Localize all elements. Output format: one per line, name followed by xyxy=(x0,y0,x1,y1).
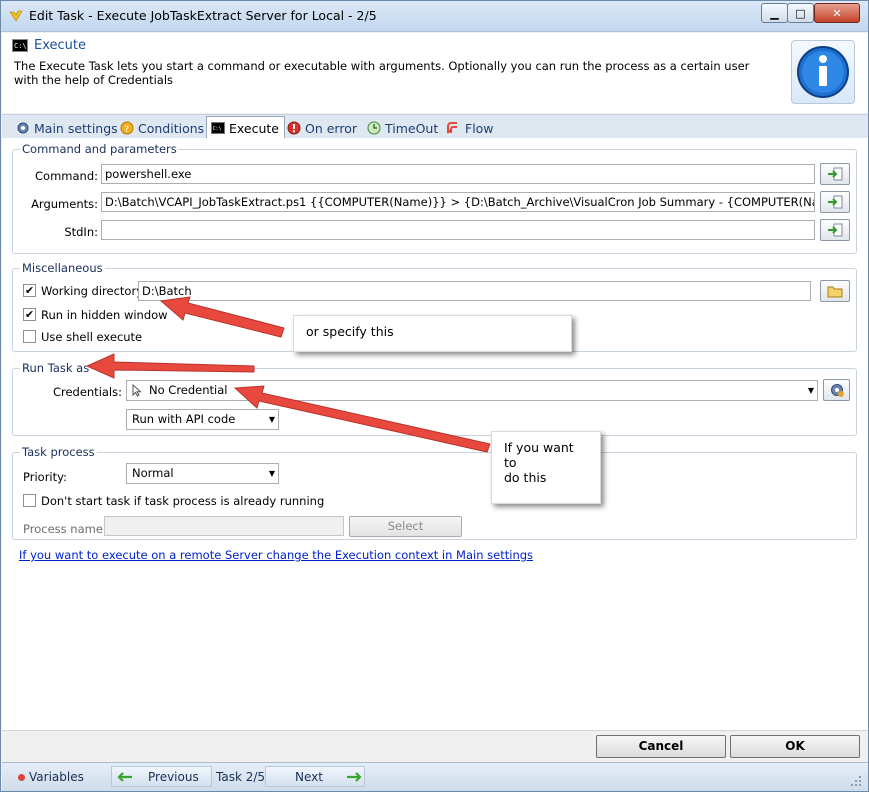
execute-tab-content: Command and parameters Command: powershe… xyxy=(2,138,868,730)
callout-note-specify: or specify this xyxy=(293,315,572,352)
credentials-value: No Credential xyxy=(149,383,228,397)
tab-label: Execute xyxy=(229,120,279,136)
hidden-window-checkbox[interactable]: ✔ xyxy=(23,308,36,321)
dot-icon xyxy=(18,773,25,781)
error-icon xyxy=(287,121,301,135)
tab-on-error[interactable]: On error xyxy=(283,117,362,139)
command-input[interactable]: powershell.exe xyxy=(101,164,815,184)
close-button[interactable]: ✕ xyxy=(814,3,860,23)
insert-arrow-icon xyxy=(828,195,843,209)
console-icon: C:\ xyxy=(12,39,28,52)
tab-bar: Main settings ? Conditions C:\ Execute O… xyxy=(2,114,868,139)
callout-text: or specify this xyxy=(306,324,394,339)
maximize-button[interactable]: □ xyxy=(787,3,814,23)
insert-arrow-icon xyxy=(828,167,843,181)
title-bar[interactable]: Edit Task - Execute JobTaskExtract Serve… xyxy=(1,1,868,32)
minimize-button[interactable]: ▁ xyxy=(761,3,788,23)
tab-label: Conditions xyxy=(138,120,205,136)
next-label: Next xyxy=(295,770,323,784)
edit-task-window: Edit Task - Execute JobTaskExtract Serve… xyxy=(0,0,869,792)
group-legend: Run Task as xyxy=(20,361,92,375)
working-directory-input[interactable]: D:\Batch xyxy=(138,281,811,301)
tab-conditions[interactable]: ? Conditions xyxy=(116,117,209,139)
cursor-icon xyxy=(132,384,142,397)
question-icon: ? xyxy=(120,121,134,135)
remote-server-link[interactable]: If you want to execute on a remote Serve… xyxy=(19,548,533,562)
process-name-label: Process name: xyxy=(23,522,107,536)
clock-icon xyxy=(367,121,381,135)
variables-button[interactable]: Variables xyxy=(18,767,84,787)
browse-folder-button[interactable] xyxy=(820,280,850,302)
select-process-button[interactable]: Select xyxy=(349,516,462,537)
process-name-input[interactable] xyxy=(104,516,344,536)
next-button[interactable]: Next xyxy=(265,766,365,787)
arguments-label: Arguments: xyxy=(31,197,98,211)
chevron-down-icon: ▼ xyxy=(807,386,814,395)
chevron-down-icon: ▼ xyxy=(268,415,275,424)
previous-label: Previous xyxy=(148,770,199,784)
tab-label: Main settings xyxy=(34,120,118,136)
insert-variable-button[interactable] xyxy=(820,191,850,213)
callout-text: If you want to xyxy=(504,440,574,470)
group-legend: Miscellaneous xyxy=(20,261,105,275)
shell-execute-checkbox[interactable] xyxy=(23,330,36,343)
task-position-indicator: Task 2/5 xyxy=(216,770,266,784)
arrow-left-icon xyxy=(117,772,132,782)
insert-variable-button[interactable] xyxy=(820,219,850,241)
command-label: Command: xyxy=(35,169,98,183)
tab-execute[interactable]: C:\ Execute xyxy=(206,116,285,139)
svg-text:?: ? xyxy=(124,125,129,135)
folder-icon xyxy=(827,286,843,297)
chevron-down-icon: ▼ xyxy=(268,469,275,478)
priority-label: Priority: xyxy=(23,470,67,484)
group-legend: Command and parameters xyxy=(20,142,179,156)
arrow-right-icon xyxy=(347,772,362,782)
flow-icon xyxy=(447,122,457,134)
credentials-label: Credentials: xyxy=(52,385,122,399)
window-title: Edit Task - Execute JobTaskExtract Serve… xyxy=(29,8,377,23)
callout-note-want: If you want to do this xyxy=(491,431,601,504)
credentials-select[interactable]: No Credential ▼ xyxy=(126,380,818,401)
dialog-button-bar: Cancel OK xyxy=(2,730,868,761)
hidden-window-label: Run in hidden window xyxy=(41,308,168,322)
svg-text:C:\: C:\ xyxy=(213,126,222,132)
insert-variable-button[interactable] xyxy=(820,163,850,185)
console-icon: C:\ xyxy=(211,122,225,134)
group-legend: Task process xyxy=(20,445,97,459)
cancel-button[interactable]: Cancel xyxy=(596,735,726,758)
run-mode-value: Run with API code xyxy=(132,412,236,426)
ok-button[interactable]: OK xyxy=(730,735,860,758)
gear-icon xyxy=(17,122,29,134)
gear-user-icon xyxy=(830,384,844,397)
tab-label: Flow xyxy=(465,120,494,136)
arguments-input[interactable]: D:\Batch\VCAPI_JobTaskExtract.ps1 {{COMP… xyxy=(101,192,815,212)
working-directory-label: Working directory: xyxy=(41,284,147,298)
stdin-label: StdIn: xyxy=(64,225,98,239)
callout-text: do this xyxy=(504,470,547,485)
previous-button[interactable]: Previous xyxy=(111,766,212,787)
visualcron-logo-icon xyxy=(9,10,23,22)
priority-select[interactable]: Normal ▼ xyxy=(126,463,279,484)
dont-start-checkbox[interactable] xyxy=(23,494,36,507)
tab-timeout[interactable]: TimeOut xyxy=(363,117,443,139)
tab-main-settings[interactable]: Main settings xyxy=(12,117,123,139)
priority-value: Normal xyxy=(132,466,174,480)
task-header: C:\ Execute The Execute Task lets you st… xyxy=(2,33,868,113)
status-bar: Variables Previous Task 2/5 Next xyxy=(2,762,868,791)
variables-label: Variables xyxy=(29,770,84,784)
working-directory-checkbox[interactable]: ✔ xyxy=(23,284,36,297)
task-description: The Execute Task lets you start a comman… xyxy=(14,59,750,87)
insert-arrow-icon xyxy=(828,223,843,237)
tab-label: TimeOut xyxy=(385,120,439,136)
run-mode-select[interactable]: Run with API code ▼ xyxy=(126,409,279,430)
shell-execute-label: Use shell execute xyxy=(41,330,143,344)
tab-flow[interactable]: Flow xyxy=(443,117,499,139)
resize-grip-icon[interactable] xyxy=(850,775,862,787)
task-type-title: Execute xyxy=(34,38,86,53)
tab-label: On error xyxy=(305,120,357,136)
stdin-input[interactable] xyxy=(101,220,815,240)
info-icon xyxy=(791,40,855,104)
dont-start-label: Don't start task if task process is alre… xyxy=(41,494,325,508)
manage-credentials-button[interactable] xyxy=(823,379,850,401)
